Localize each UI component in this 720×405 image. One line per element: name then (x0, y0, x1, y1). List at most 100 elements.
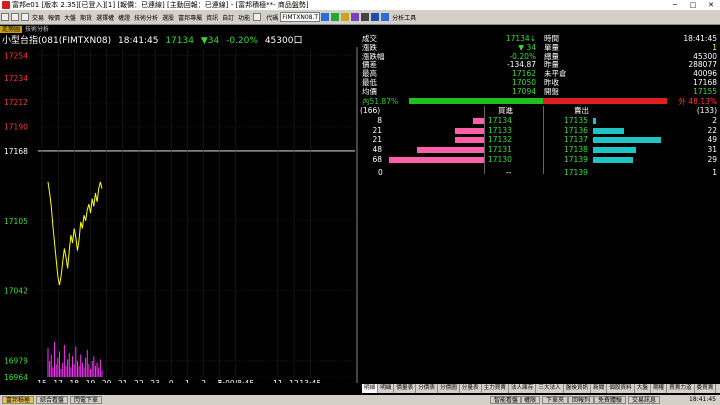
ask-price[interactable]: 17139 (564, 155, 588, 165)
bottom-tab[interactable]: 個股資料 (607, 384, 635, 393)
inside-outside-ratio: 內51.87% 外 48.13% (360, 97, 720, 106)
y-tick-label: 17234 (4, 74, 28, 83)
x-tick-label: 0 (169, 379, 174, 383)
chart-icon[interactable] (331, 13, 340, 21)
close-button[interactable]: ✕ (702, 0, 720, 10)
quote-row: 漲跌幅 -0.20% 總量 45300 (360, 52, 720, 62)
order-book-row[interactable]: 48 17131 17138 31 (360, 145, 720, 155)
bottom-tab[interactable]: 明細 (362, 384, 379, 393)
inside-ratio-label: 內51.87% (362, 97, 399, 106)
ask-price[interactable]: 17136 (564, 126, 588, 136)
volume-bar (75, 346, 77, 377)
y-tick-label: 16964 (4, 373, 28, 382)
quote-label: 開盤 (544, 86, 559, 96)
bid-qty-bar (473, 117, 484, 124)
free-trial-button[interactable]: 免費體驗 (594, 396, 627, 404)
window-icon[interactable] (321, 13, 330, 21)
layout-fubon-button[interactable]: 富邦積極 (2, 396, 35, 404)
bottom-tab[interactable]: 新聞 (591, 384, 608, 393)
bottom-tab[interactable]: 盤後資訊 (564, 384, 592, 393)
ask-price[interactable]: 17138 (564, 145, 588, 155)
bid-total: (166) (360, 106, 381, 115)
layout-overview-button[interactable]: 綜合看盤 (36, 396, 69, 404)
bottom-tab[interactable]: 期權 (651, 384, 668, 393)
bottom-tab[interactable]: 主力買賣 (482, 384, 509, 393)
x-tick-label: 15 (37, 379, 47, 383)
ask-price[interactable]: 17137 (564, 135, 588, 145)
menu-item-fubon[interactable]: 富邦專屬 (176, 13, 204, 22)
x-tick-label: 22 (134, 379, 144, 383)
bid-price[interactable]: 17130 (488, 155, 512, 165)
bid-qty: 21 (372, 135, 382, 145)
order-book-row[interactable]: 21 17133 17136 22 (360, 126, 720, 136)
menu-item-options[interactable]: 選擇權 (94, 13, 116, 22)
print-icon[interactable] (351, 13, 360, 21)
analysis-tools-menu[interactable]: 分析工具 (390, 13, 418, 22)
menu-item-screener[interactable]: 選股 (160, 13, 176, 22)
bottom-tab[interactable]: 買賣力道 (667, 384, 695, 393)
smart-watch-button[interactable]: 智能看盤 (490, 396, 523, 404)
report-bar-button[interactable]: 回報列 (568, 396, 595, 404)
bottom-tab[interactable]: 分量表 (460, 384, 482, 393)
menu-item-warrants[interactable]: 權證 (116, 13, 132, 22)
menu-item-custom[interactable]: 自訂 (220, 13, 236, 22)
volume-bar (54, 341, 56, 377)
quote-row: 均價 17094 開盤 17155 (360, 86, 720, 97)
toolbar-icon[interactable] (253, 13, 262, 21)
tab-technical[interactable]: 技術分析 (22, 26, 52, 33)
trade-message-button[interactable]: 交易訊息 (628, 396, 661, 404)
settings-icon[interactable] (361, 13, 370, 21)
bottom-tab[interactable]: 分價表 (416, 384, 438, 393)
volume-bar (91, 361, 93, 377)
ratio-bar (409, 98, 667, 104)
quote-panel: 成交 17134↓ 時間 18:41:45 漲跌 ▼ 34 單量 1 漲跌幅 -0.20% 總量 45… (360, 34, 720, 97)
bid-price[interactable]: 17132 (488, 135, 512, 145)
menu-item-futures[interactable]: 期貨 (78, 13, 94, 22)
bottom-tab[interactable]: 法人庫存 (509, 384, 537, 393)
tab-trend-chart[interactable]: 走勢圖 (0, 26, 23, 33)
volume-bar (85, 357, 87, 377)
cursor-icon[interactable] (371, 13, 380, 21)
quote-value: 17094 (512, 86, 536, 96)
permission-button[interactable]: 權限 (520, 396, 541, 404)
zoom-icon[interactable] (381, 13, 390, 21)
folder-icon[interactable] (341, 13, 350, 21)
ask-label: 賣出 (574, 106, 589, 115)
bottom-tab[interactable]: 委買賣 (695, 384, 717, 393)
symbol-input[interactable]: FIMTXN08.T (280, 12, 321, 22)
toolbar-icon[interactable] (11, 13, 19, 21)
maximize-button[interactable]: □ (684, 0, 702, 10)
toolbar-icon[interactable] (1, 13, 9, 21)
bottom-tab[interactable]: 價量表 (394, 384, 417, 393)
order-book-row[interactable]: 8 17134 17135 2 (360, 116, 720, 126)
menu-item-quote[interactable]: 報價 (46, 13, 62, 22)
order-folder-button[interactable]: 下單夾 (542, 396, 569, 404)
bid-qty-bar (389, 156, 484, 163)
volume-bar (73, 364, 75, 377)
toolbar-icon[interactable] (21, 13, 29, 21)
menu-item-trade[interactable]: 交易 (30, 13, 46, 22)
menu-item-technical[interactable]: 技術分析 (132, 13, 160, 22)
minimize-button[interactable]: ─ (666, 0, 684, 10)
bid-price[interactable]: 17133 (488, 126, 512, 136)
ask-qty-bar (593, 127, 624, 134)
intraday-chart[interactable]: 1725417234172121719017168171051704216979… (0, 47, 360, 383)
volume-bar (55, 364, 57, 377)
volume-bar (57, 357, 59, 377)
ask-price[interactable]: 17135 (564, 116, 588, 126)
order-book-row[interactable]: 68 17130 17139 29 (360, 155, 720, 165)
bottom-tab[interactable]: 明細 (378, 384, 395, 393)
bid-price[interactable]: 17134 (488, 116, 512, 126)
bid-price[interactable]: 17131 (488, 145, 512, 155)
menu-item-info[interactable]: 資訊 (204, 13, 220, 22)
bottom-tab[interactable]: 三大法人 (536, 384, 564, 393)
order-book: (166) 買進 賣出 (133) 8 17134 17135 2 21 17133 171… (360, 106, 720, 178)
menu-item-functions[interactable]: 功能 (236, 13, 252, 22)
volume-bar (60, 369, 62, 377)
layout-flash-order-button[interactable]: 閃電下單 (70, 396, 103, 404)
menu-item-market[interactable]: 大盤 (62, 13, 78, 22)
order-book-row[interactable]: 21 17132 17137 49 (360, 135, 720, 145)
bottom-tab[interactable]: 分價圖 (438, 384, 460, 393)
y-tick-label: 17254 (4, 52, 28, 61)
bottom-tab[interactable]: 大盤 (635, 384, 651, 393)
